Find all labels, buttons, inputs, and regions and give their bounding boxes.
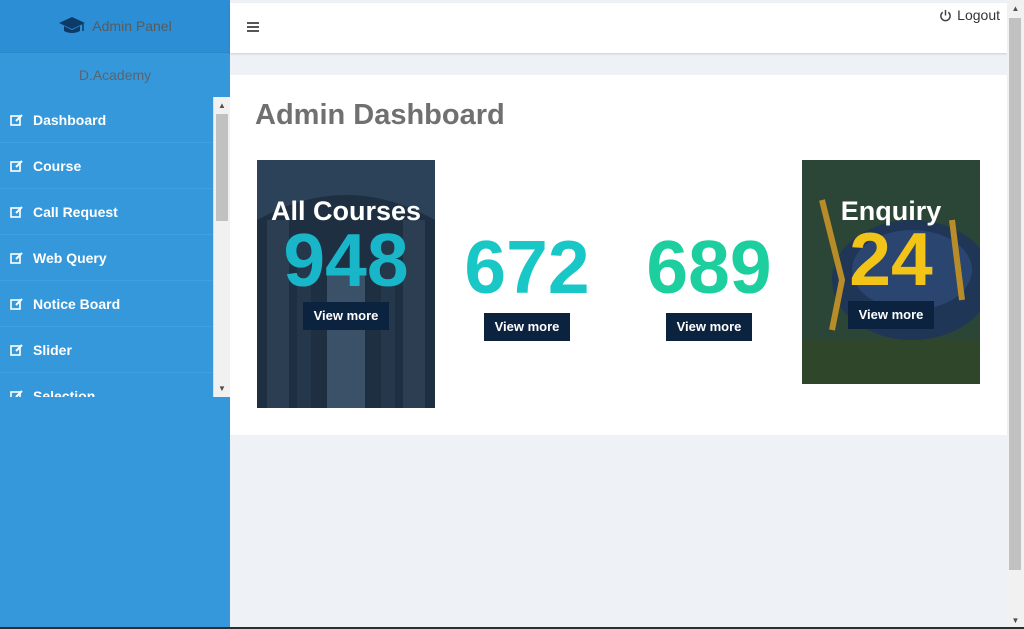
- user-name: D.Academy: [78, 67, 152, 83]
- card-value: 948: [283, 218, 409, 302]
- sidebar-item-label: Web Query: [33, 249, 107, 266]
- page-title: Admin Dashboard: [255, 99, 505, 131]
- sidebar-item-label: Call Request: [33, 203, 118, 220]
- edit-icon: [10, 343, 23, 356]
- edit-icon: [10, 389, 23, 397]
- card-value: 672: [464, 225, 590, 309]
- brand[interactable]: Admin Panel: [0, 0, 230, 53]
- page-scrollbar[interactable]: ▲ ▼: [1007, 0, 1024, 629]
- stat-card-enquiry: Enquiry 24 View more: [802, 160, 980, 384]
- sidebar-item-label: Selection: [33, 387, 96, 398]
- view-more-button[interactable]: View more: [665, 313, 753, 341]
- edit-icon: [10, 205, 23, 218]
- dashboard-panel: Admin Dashboard All Courses 948 View mor…: [230, 75, 1007, 435]
- hamburger-menu-icon[interactable]: [247, 22, 259, 33]
- sidebar-item-selection[interactable]: Selection: [0, 373, 213, 397]
- scroll-up-icon[interactable]: ▲: [214, 97, 230, 114]
- scroll-up-icon[interactable]: ▲: [1007, 0, 1024, 17]
- graduation-cap-icon: [59, 17, 86, 33]
- sidebar-item-label: Notice Board: [33, 295, 121, 312]
- view-more-button[interactable]: View more: [483, 313, 571, 341]
- edit-icon: [10, 251, 23, 264]
- logout-label: Logout: [957, 7, 1000, 23]
- view-more-button[interactable]: View more: [847, 301, 935, 329]
- stat-card-689: 689 View more: [620, 225, 798, 341]
- sidebar: Admin Panel D.Academy Dashboard Course C…: [0, 0, 230, 629]
- edit-icon: [10, 297, 23, 310]
- sidebar-item-web-query[interactable]: Web Query: [0, 235, 213, 281]
- brand-title: Admin Panel: [92, 18, 172, 34]
- stat-card-672: 672 View more: [438, 225, 616, 341]
- top-navbar: Logout: [230, 3, 1007, 53]
- sidebar-item-dashboard[interactable]: Dashboard: [0, 97, 213, 143]
- card-value: 689: [646, 225, 772, 309]
- scrollbar-thumb[interactable]: [1009, 18, 1021, 570]
- sidebar-item-label: Dashboard: [33, 111, 107, 128]
- view-more-button[interactable]: View more: [302, 302, 390, 330]
- logout-button[interactable]: Logout: [939, 7, 1000, 23]
- sidebar-scrollbar[interactable]: ▲ ▼: [213, 97, 230, 397]
- scroll-down-icon[interactable]: ▼: [214, 380, 230, 397]
- sidebar-item-label: Course: [33, 157, 82, 174]
- sidebar-item-label: Slider: [33, 341, 72, 358]
- scrollbar-thumb[interactable]: [216, 114, 228, 221]
- sidebar-item-course[interactable]: Course: [0, 143, 213, 189]
- sidebar-menu: Dashboard Course Call Request Web Query …: [0, 97, 230, 397]
- sidebar-item-notice-board[interactable]: Notice Board: [0, 281, 213, 327]
- edit-icon: [10, 159, 23, 172]
- stat-card-courses: All Courses 948 View more: [257, 160, 435, 408]
- power-icon: [940, 9, 951, 21]
- card-value: 24: [849, 217, 933, 301]
- sidebar-item-call-request[interactable]: Call Request: [0, 189, 213, 235]
- edit-icon: [10, 113, 23, 126]
- sidebar-item-slider[interactable]: Slider: [0, 327, 213, 373]
